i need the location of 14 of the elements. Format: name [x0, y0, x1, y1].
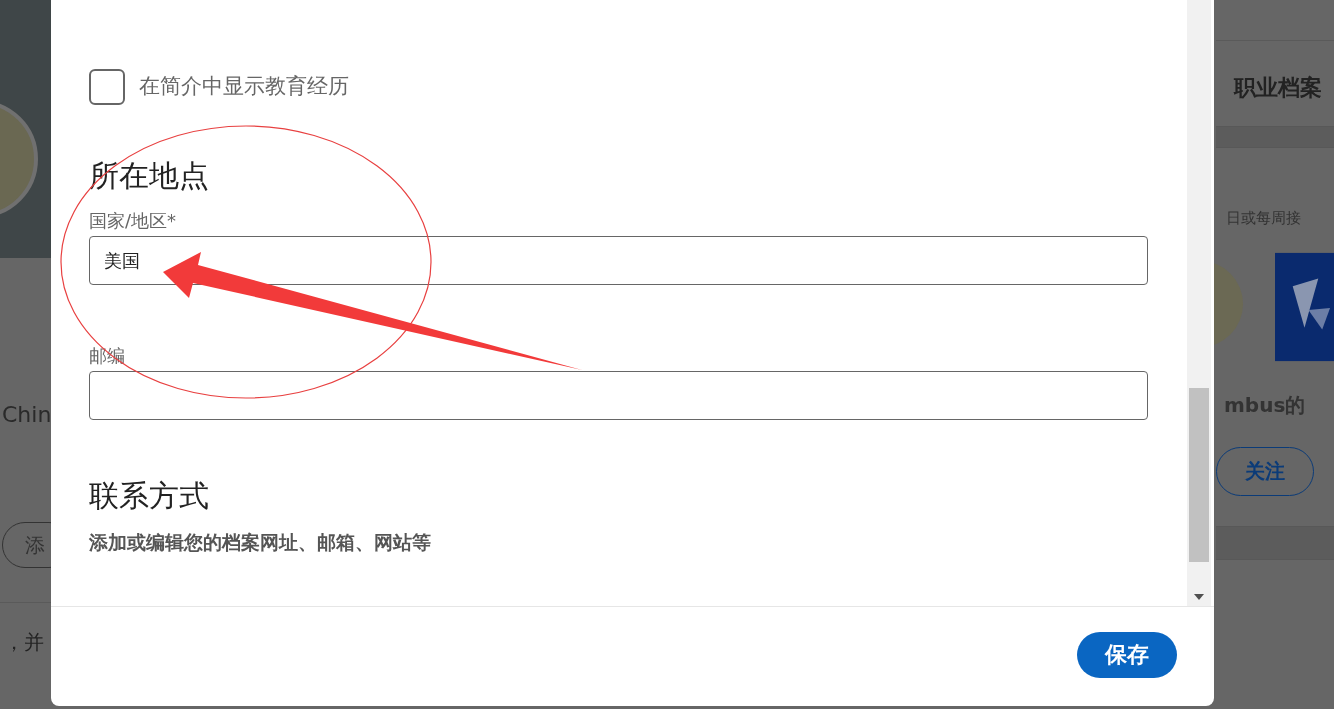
- section-heading: 联系方式: [89, 477, 210, 515]
- input-field[interactable]: [89, 371, 1148, 420]
- checkbox[interactable]: [89, 69, 125, 105]
- save-button[interactable]: 保存: [1077, 631, 1177, 678]
- input-field[interactable]: 美国: [89, 236, 1148, 285]
- field-label: 国家/地区*: [89, 209, 178, 233]
- checkbox-label: 在简介中显示教育经历: [139, 73, 349, 101]
- scrollbar-thumb[interactable]: [1189, 388, 1209, 562]
- profile-name: Chin: [2, 401, 51, 429]
- section-description: 添加或编辑您的档案网址、邮箱、网站等: [89, 530, 432, 555]
- scroll-down-icon[interactable]: [1194, 594, 1204, 600]
- profile-text: ，并: [4, 629, 45, 656]
- scrollbar-track[interactable]: [1187, 0, 1211, 606]
- create-profile-link[interactable]: 职业档案: [1234, 71, 1334, 104]
